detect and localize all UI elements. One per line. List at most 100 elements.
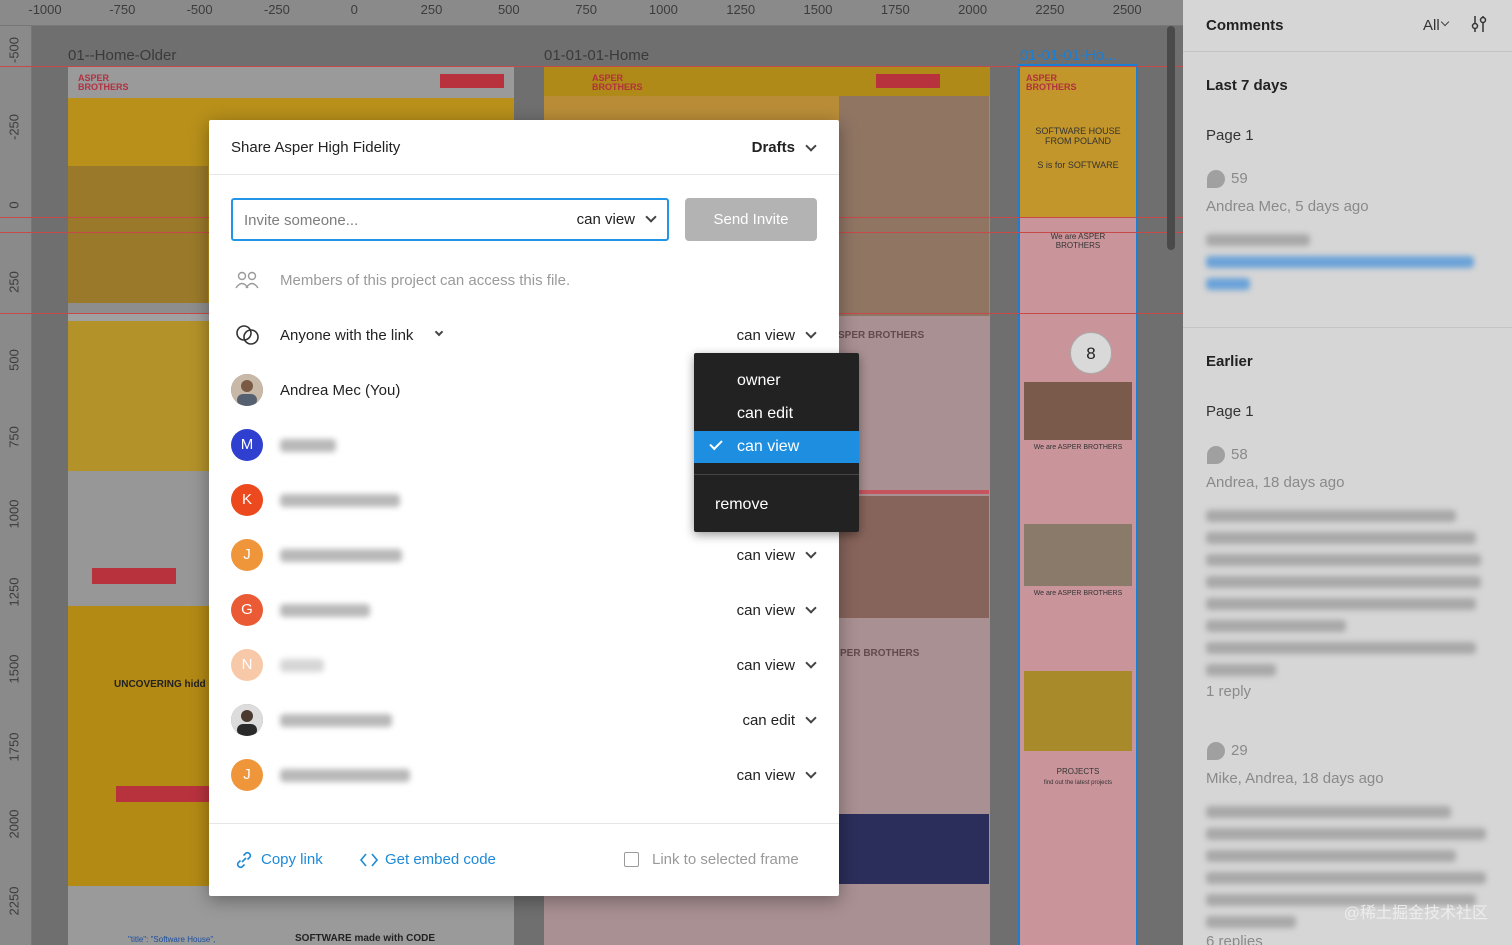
blurred-comment: [1206, 554, 1481, 566]
invite-field[interactable]: can view: [231, 198, 669, 241]
we-are-heading-3: We are ASPER BROTHERS: [1033, 590, 1123, 597]
ruler-tick-y: 0: [6, 201, 22, 209]
comments-filter[interactable]: All: [1423, 17, 1440, 34]
code-snippet: "title": "Software House",: [128, 935, 216, 944]
we-are-heading: We are ASPER BROTHERS: [1050, 232, 1106, 250]
chevron-down-icon[interactable]: [805, 657, 817, 669]
comment-bubble-icon: [1207, 742, 1225, 760]
ruler-tick-y: 1000: [6, 499, 22, 529]
asper-logo: ASPER BROTHERS: [1026, 73, 1077, 92]
person-permission-select[interactable]: can view: [737, 602, 795, 619]
avatar: [231, 374, 263, 406]
blurred-comment: [1206, 642, 1476, 654]
blurred-comment: [1206, 872, 1486, 884]
dropdown-option-can-edit[interactable]: can edit: [694, 398, 859, 430]
asper-logo: ASPER BROTHERS: [78, 73, 129, 92]
person-permission-select[interactable]: can view: [737, 767, 795, 784]
dropdown-option-can-view[interactable]: can view: [694, 431, 859, 463]
frame-label-home-older[interactable]: 01--Home-Older: [68, 47, 176, 64]
send-invite-button[interactable]: Send Invite: [685, 198, 817, 241]
chevron-down-icon[interactable]: [805, 712, 817, 724]
frame-label-mobile[interactable]: 01-01-01-Ho...: [1020, 47, 1117, 64]
canvas-scrollbar[interactable]: [1167, 26, 1175, 250]
modal-footer: Copy link Get embed code Link to selecte…: [209, 823, 839, 896]
chevron-down-icon[interactable]: [645, 211, 657, 223]
ruler-tick-y: 1250: [6, 577, 22, 607]
chevron-down-icon[interactable]: [805, 602, 817, 614]
invite-permission-select[interactable]: can view: [577, 211, 635, 228]
blurred-comment: [1206, 806, 1451, 818]
we-are-heading-2: We are ASPER BROTHERS: [1033, 444, 1123, 451]
person-name-blurred: [280, 549, 402, 562]
cta-button: [876, 74, 940, 88]
team-selector[interactable]: Drafts: [752, 139, 795, 156]
modal-title: Share Asper High Fidelity: [231, 139, 401, 156]
get-embed-code-button[interactable]: Get embed code: [385, 851, 496, 868]
ruler-tick-y: 2250: [6, 886, 22, 916]
members-note: Members of this project can access this …: [280, 272, 571, 289]
ruler-tick-y: -500: [6, 36, 22, 64]
avatar: N: [231, 649, 263, 681]
copy-link-button[interactable]: Copy link: [261, 851, 323, 868]
thread-number: 59: [1231, 170, 1248, 187]
person-permission-select[interactable]: can edit: [742, 712, 795, 729]
chevron-down-icon[interactable]: [805, 140, 817, 152]
ruler-tick-x: 1250: [726, 2, 756, 17]
frame-label-home[interactable]: 01-01-01-Home: [544, 47, 649, 64]
person-permission-select[interactable]: can view: [737, 547, 795, 564]
check-icon: [709, 436, 723, 451]
guide-line: [0, 66, 1183, 67]
frame-mobile-selected[interactable]: ASPER BROTHERS SOFTWARE HOUSE FROM POLAN…: [1018, 64, 1138, 945]
software-house-heading: SOFTWARE HOUSE FROM POLAND: [1035, 126, 1121, 146]
ruler-tick-x: 2500: [1112, 2, 1142, 17]
find-out-projects: find out the latest projects: [1043, 780, 1113, 786]
code-brackets-icon[interactable]: [359, 852, 379, 868]
horizontal-ruler: -1000 -750 -500 -250 0 250 500 750 1000 1250 1500 1…: [0, 0, 1183, 26]
cta-button: [440, 74, 504, 88]
dropdown-option-owner[interactable]: owner: [694, 365, 859, 397]
ruler-tick-x: -750: [109, 2, 136, 17]
dropdown-option-remove[interactable]: remove: [694, 489, 859, 521]
blurred-comment: [1206, 234, 1310, 246]
thread-number: 29: [1231, 742, 1248, 759]
chevron-down-icon[interactable]: [434, 327, 444, 337]
section-last-7-days: Last 7 days: [1206, 77, 1288, 94]
chevron-down-icon[interactable]: [805, 327, 817, 339]
thread-page: Page 1: [1206, 127, 1254, 144]
link-selected-frame-label[interactable]: Link to selected frame: [652, 851, 799, 868]
modal-header: Share Asper High Fidelity Drafts: [209, 120, 839, 175]
chevron-down-icon[interactable]: [1440, 17, 1450, 27]
invite-input[interactable]: [244, 209, 544, 231]
section-earlier: Earlier: [1206, 353, 1253, 370]
settings-sliders-icon[interactable]: [1470, 14, 1488, 34]
blurred-link[interactable]: [1206, 256, 1474, 268]
thread-replies[interactable]: 6 replies: [1206, 933, 1263, 945]
ruler-tick-x: 250: [420, 2, 443, 17]
thread-number: 58: [1231, 446, 1248, 463]
comments-title: Comments: [1206, 17, 1284, 34]
asper-logo: ASPER BROTHERS: [592, 73, 643, 92]
dropdown-option-label: can view: [737, 438, 800, 455]
link-permission-select[interactable]: can view: [737, 327, 795, 344]
link-selected-frame-checkbox[interactable]: [624, 852, 639, 867]
blurred-link[interactable]: [1206, 278, 1250, 290]
chevron-down-icon[interactable]: [805, 767, 817, 779]
comment-pin[interactable]: 8: [1070, 332, 1112, 374]
avatar: M: [231, 429, 263, 461]
thread-replies[interactable]: 1 reply: [1206, 683, 1251, 700]
person-name-blurred: [280, 769, 410, 782]
ruler-tick-x: 1000: [648, 2, 678, 17]
link-icon: [236, 325, 259, 345]
ruler-tick-x: -500: [186, 2, 213, 17]
chain-link-icon[interactable]: [235, 851, 253, 869]
link-access-select[interactable]: Anyone with the link: [280, 327, 413, 344]
person-name-blurred: [280, 714, 392, 727]
comment-bubble-icon: [1207, 446, 1225, 464]
person-permission-select[interactable]: can view: [737, 657, 795, 674]
thread-meta: Andrea Mec, 5 days ago: [1206, 198, 1369, 215]
blurred-comment: [1206, 664, 1276, 676]
vertical-ruler: -500 -250 0 250 500 750 1000 1250 1500 1750 2000 22…: [0, 26, 32, 945]
chevron-down-icon[interactable]: [805, 547, 817, 559]
ruler-tick-y: 250: [6, 271, 22, 294]
watermark: @稀土掘金技术社区: [1343, 905, 1488, 922]
